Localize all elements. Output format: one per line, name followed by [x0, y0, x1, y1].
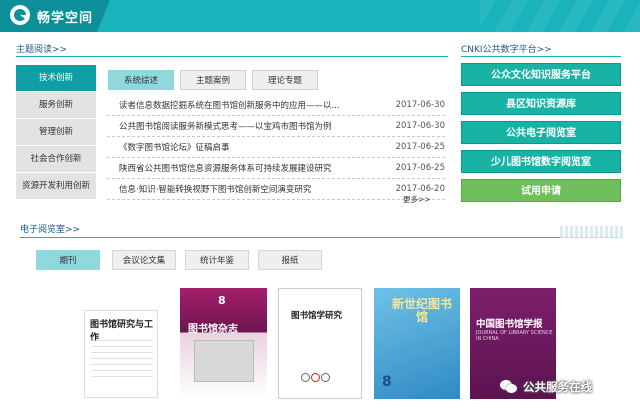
watermark: 公共服务在线 [500, 379, 592, 395]
article-title[interactable]: 《数字图书馆论坛》征稿启事 [107, 141, 387, 153]
book-decoration [560, 226, 624, 238]
nav-item-tech[interactable]: 技术创新 [16, 65, 96, 92]
public-culture-platform-button[interactable]: 公众文化知识服务平台 [461, 63, 621, 86]
children-library-button[interactable]: 少儿图书馆数字阅览室 [461, 150, 621, 173]
cover-logo [301, 373, 341, 383]
cover-subtitle: JOURNAL OF LIBRARY SCIENCE IN CHINA [476, 330, 553, 342]
public-ereading-button[interactable]: 公共电子阅览室 [461, 121, 621, 144]
list-item[interactable]: 读者信息数据挖掘系统在图书馆创新服务中的应用——以... 2017-06-30 [107, 95, 445, 116]
nav-item-management[interactable]: 管理创新 [16, 119, 96, 146]
list-item[interactable]: 陕西省公共图书馆信息资源服务体系可持续发展建设研究 2017-06-25 [107, 158, 445, 179]
tab-journals[interactable]: 期刊 [36, 250, 100, 270]
tab-proceedings[interactable]: 会议论文集 [112, 250, 176, 270]
cover-title: 图书馆学研究 [291, 311, 343, 321]
list-item[interactable]: 公共图书馆阅读服务新模式思考——以宝鸡市图书馆为例 2017-06-30 [107, 116, 445, 137]
article-title[interactable]: 公共图书馆阅读服务新模式思考——以宝鸡市图书馆为例 [107, 120, 387, 132]
article-title[interactable]: 信息·知识·智能转换视野下图书馆创新空间演变研究 [107, 183, 387, 195]
article-date: 2017-06-25 [395, 163, 445, 173]
issue-number: 8 [382, 374, 392, 390]
list-item[interactable]: 《数字图书馆论坛》征稿启事 2017-06-25 [107, 137, 445, 158]
ereading-section-title[interactable]: 电子阅览室>> [20, 222, 80, 235]
journal-cover[interactable]: 图书馆研究与工作 [84, 310, 158, 398]
county-resource-button[interactable]: 县区知识资源库 [461, 92, 621, 115]
journal-cover[interactable]: 新世纪图书馆 8 [374, 288, 460, 399]
ereading-divider [20, 237, 621, 238]
nav-item-cooperation[interactable]: 社会合作创新 [16, 146, 96, 173]
more-link[interactable]: 更多>> [403, 194, 431, 205]
tab-yearbooks[interactable]: 统计年鉴 [185, 250, 249, 270]
tab-newspapers[interactable]: 报纸 [258, 250, 322, 270]
cnki-section-title[interactable]: CNKI公共数字平台>> [461, 42, 552, 55]
site-title: 畅学空间 [37, 11, 94, 26]
tab-cases[interactable]: 主题案例 [180, 70, 246, 90]
journal-cover[interactable]: 8 图书馆杂志 [180, 288, 267, 399]
logo-icon [10, 5, 30, 25]
list-item[interactable]: 信息·知识·智能转换视野下图书馆创新空间演变研究 2017-06-20 [107, 179, 445, 200]
reading-nav: 技术创新 服务创新 管理创新 社会合作创新 资源开发利用创新 [16, 65, 96, 200]
watermark-text: 公共服务在线 [523, 380, 592, 394]
wechat-icon [500, 380, 518, 394]
cover-title: 图书馆杂志 [188, 324, 238, 335]
nav-item-resources[interactable]: 资源开发利用创新 [16, 173, 96, 200]
cover-image [194, 340, 254, 382]
header-bar: 畅学空间 [0, 0, 640, 32]
article-date: 2017-06-30 [395, 121, 445, 131]
article-title[interactable]: 读者信息数据挖掘系统在图书馆创新服务中的应用——以... [107, 99, 387, 111]
article-date: 2017-06-20 [395, 184, 445, 194]
reading-divider [16, 56, 448, 57]
trial-apply-button[interactable]: 试用申请 [461, 179, 621, 202]
tab-theory[interactable]: 理论专题 [252, 70, 318, 90]
article-list: 读者信息数据挖掘系统在图书馆创新服务中的应用——以... 2017-06-30 … [107, 95, 445, 200]
article-title[interactable]: 陕西省公共图书馆信息资源服务体系可持续发展建设研究 [107, 162, 387, 174]
cover-title: 中国图书馆学报 [476, 319, 543, 330]
cnki-divider [461, 56, 621, 57]
header-decoration [480, 0, 640, 32]
tab-overview[interactable]: 系统综述 [108, 70, 174, 90]
nav-item-service[interactable]: 服务创新 [16, 92, 96, 119]
journal-cover[interactable]: 图书馆学研究 [278, 288, 362, 399]
reading-section-title[interactable]: 主题阅读>> [16, 42, 67, 55]
article-date: 2017-06-25 [395, 142, 445, 152]
issue-number: 8 [218, 294, 226, 307]
article-date: 2017-06-30 [395, 100, 445, 110]
cover-title: 新世纪图书馆 [392, 297, 453, 324]
